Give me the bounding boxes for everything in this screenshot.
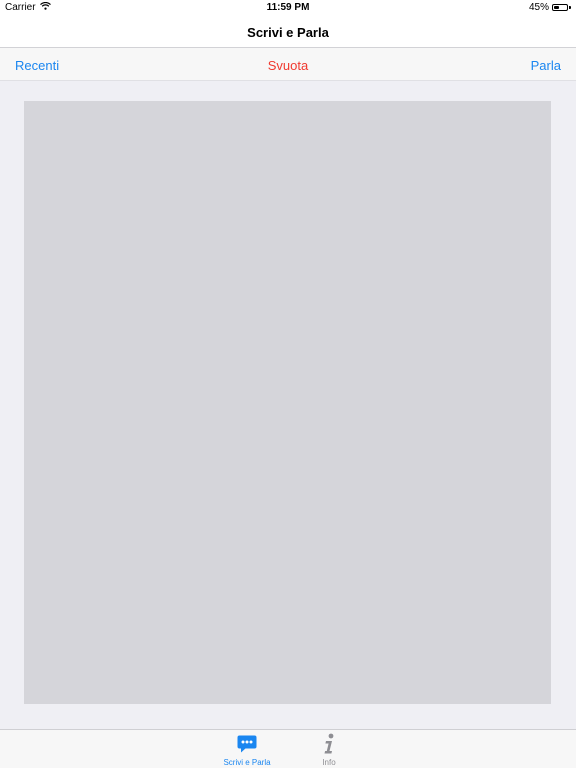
tab-label: Info xyxy=(322,758,336,767)
tab-write-and-speak[interactable]: Scrivi e Parla xyxy=(212,733,282,767)
battery-icon xyxy=(552,4,568,11)
text-editor[interactable] xyxy=(24,101,551,704)
speak-button[interactable]: Parla xyxy=(531,58,561,73)
status-right: 45% xyxy=(529,2,571,13)
tab-label: Scrivi e Parla xyxy=(223,758,271,767)
status-bar: Carrier 11:59 PM 45% xyxy=(0,0,576,16)
tab-info[interactable]: Info xyxy=(294,733,364,767)
status-time: 11:59 PM xyxy=(266,2,310,13)
info-icon xyxy=(294,733,364,755)
page-title: Scrivi e Parla xyxy=(247,25,329,40)
clear-button[interactable]: Svuota xyxy=(0,58,576,73)
navigation-bar: Scrivi e Parla xyxy=(0,16,576,48)
battery-percent: 45% xyxy=(528,2,549,13)
tab-bar: Scrivi e Parla Info xyxy=(0,729,576,768)
toolbar: Recenti Svuota Parla xyxy=(0,48,576,81)
chat-bubble-icon xyxy=(212,733,282,755)
battery-cap xyxy=(569,6,571,9)
battery-fill xyxy=(554,6,559,9)
